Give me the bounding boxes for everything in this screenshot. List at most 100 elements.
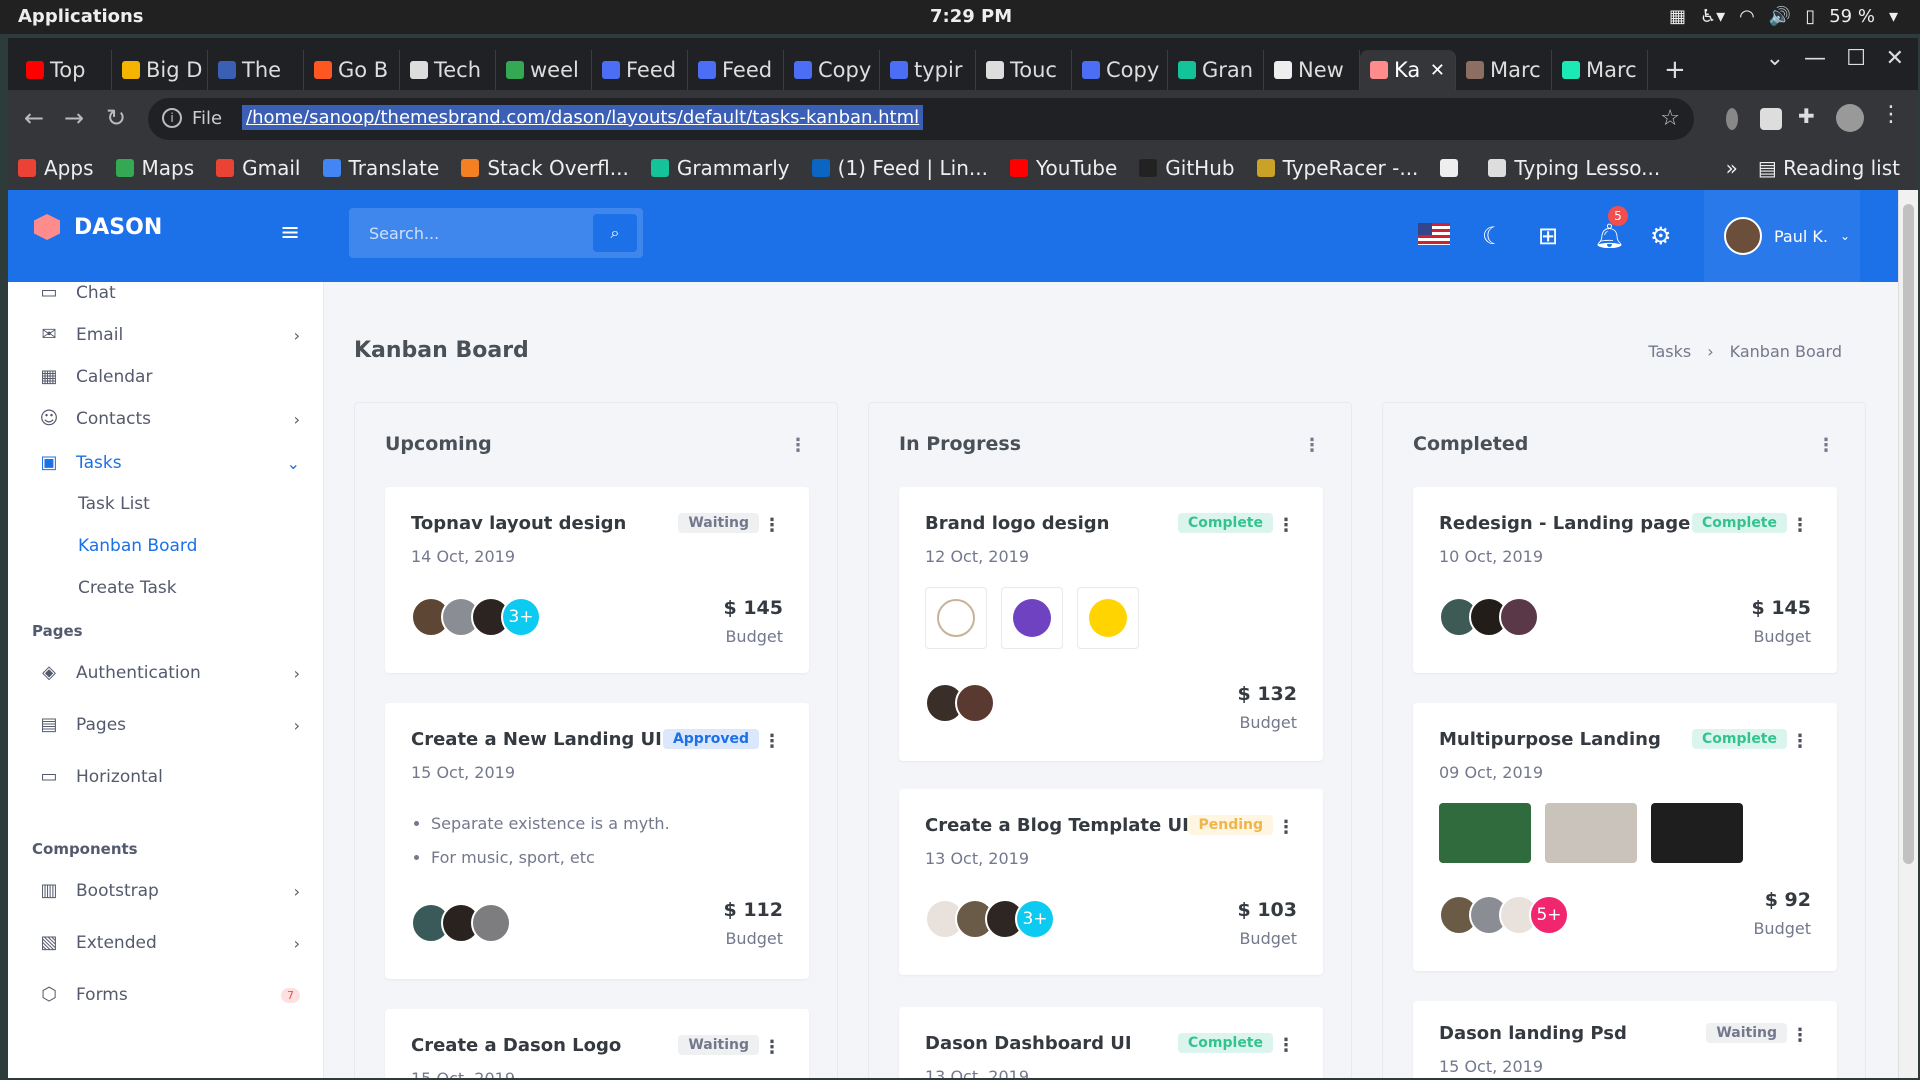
attachment-image[interactable] <box>1439 803 1531 863</box>
brand-logo[interactable]: DASON <box>34 214 162 240</box>
sidebar-item-pages[interactable]: ▤ Pages › <box>38 714 300 736</box>
browser-tab[interactable]: Touc <box>976 50 1072 90</box>
bookmark-item[interactable]: Translate <box>322 156 439 180</box>
bookmark-item[interactable]: Grammarly <box>650 156 790 180</box>
more-bookmarks-button[interactable]: » <box>1726 156 1738 180</box>
bookmark-item[interactable]: (1) Feed | Lin... <box>811 156 988 180</box>
column-menu-icon[interactable]: ⋮ <box>1303 437 1321 455</box>
vexem-logo[interactable] <box>1077 587 1139 649</box>
browser-tab[interactable]: typir <box>880 50 976 90</box>
breadcrumb-tasks[interactable]: Tasks <box>1648 342 1691 361</box>
applications-menu[interactable]: Applications <box>18 6 144 27</box>
card-menu-icon[interactable]: ⋮ <box>1791 515 1809 536</box>
browser-tab[interactable]: Ka ✕ <box>1360 50 1456 90</box>
card-menu-icon[interactable]: ⋮ <box>763 731 781 752</box>
sidebar-item-tasks[interactable]: ▣ Tasks ⌄ <box>38 452 300 474</box>
attachment-image[interactable] <box>1545 803 1637 863</box>
task-card[interactable]: Topnav layout design Waiting ⋮ 14 Oct, 2… <box>385 487 809 673</box>
bookmark-star-icon[interactable]: ☆ <box>1660 106 1680 131</box>
browser-tab[interactable]: Big D <box>112 50 208 90</box>
task-card[interactable]: Dason landing Psd Waiting ⋮ 15 Oct, 2019 <box>1413 1001 1837 1078</box>
task-card[interactable]: Create a Dason Logo Waiting ⋮ 15 Oct, 20… <box>385 1009 809 1078</box>
reading-list-button[interactable]: ▤ Reading list <box>1758 156 1900 180</box>
page-scrollbar[interactable] <box>1898 190 1918 1078</box>
us-flag-icon[interactable] <box>1418 223 1450 245</box>
reload-button[interactable]: ↻ <box>106 104 126 132</box>
user-dropdown[interactable]: Paul K. ⌄ <box>1704 190 1860 282</box>
more-avatars-badge[interactable]: 3+ <box>1015 899 1055 939</box>
attachment-image[interactable] <box>1651 803 1743 863</box>
gear-icon[interactable]: ⚙ <box>1650 222 1672 250</box>
profile-avatar[interactable] <box>1836 104 1864 132</box>
scrollbar-thumb[interactable] <box>1903 204 1914 864</box>
back-button[interactable]: ← <box>24 104 44 132</box>
avatar[interactable] <box>955 683 995 723</box>
sidebar-item-task-list[interactable]: Task List <box>78 494 150 514</box>
address-bar[interactable]: i File /home/sanoop/themesbrand.com/daso… <box>148 98 1694 140</box>
sidebar-item-contacts[interactable]: ☺ Contacts › <box>38 408 300 430</box>
task-card[interactable]: Dason Dashboard UI Complete ⋮ 13 Oct, 20… <box>899 1007 1323 1078</box>
browser-tab[interactable]: New <box>1264 50 1360 90</box>
task-card[interactable]: Create a New Landing UI Approved ⋮ 15 Oc… <box>385 703 809 979</box>
bookmark-item[interactable]: Maps <box>115 156 194 180</box>
browser-tab[interactable]: Go B <box>304 50 400 90</box>
battery-icon[interactable]: ▯ <box>1805 6 1815 27</box>
sidebar-item-extended[interactable]: ▧ Extended › <box>38 932 300 954</box>
bookmark-item[interactable]: GitHub <box>1139 156 1235 180</box>
avatar[interactable] <box>1499 597 1539 637</box>
sidebar-item-email[interactable]: ✉ Email › <box>38 324 300 346</box>
browser-tab[interactable]: Marc <box>1456 50 1552 90</box>
browser-tab[interactable]: Copy <box>1072 50 1168 90</box>
nature-spa-logo[interactable] <box>925 587 987 649</box>
bookmark-item[interactable] <box>1440 156 1466 180</box>
site-info-icon[interactable]: i <box>162 108 182 128</box>
forward-button[interactable]: → <box>64 104 84 132</box>
more-avatars-badge[interactable]: 3+ <box>501 597 541 637</box>
card-menu-icon[interactable]: ⋮ <box>1791 1025 1809 1046</box>
menu-toggle-icon[interactable]: ≡ <box>280 220 302 244</box>
search-input[interactable] <box>349 208 589 258</box>
browser-tab[interactable]: Gran <box>1168 50 1264 90</box>
bookmark-item[interactable]: Typing Lesso... <box>1488 156 1660 180</box>
menu-kebab-icon[interactable]: ⋮ <box>1880 102 1902 127</box>
moon-icon[interactable]: ☾ <box>1482 222 1504 250</box>
bookmark-item[interactable]: Gmail <box>216 156 301 180</box>
column-menu-icon[interactable]: ⋮ <box>1817 437 1835 455</box>
sidebar-item-chat[interactable]: ▭ Chat <box>38 282 300 304</box>
more-avatars-badge[interactable]: 5+ <box>1529 895 1569 935</box>
avatar[interactable] <box>471 903 511 943</box>
wifi-icon[interactable]: ◠ <box>1739 6 1755 27</box>
puzzle-icon[interactable]: ✚ <box>1798 104 1820 128</box>
close-tab-icon[interactable]: ✕ <box>1430 60 1445 81</box>
browser-tab[interactable]: Tech <box>400 50 496 90</box>
workspace-icon[interactable]: ▦ <box>1669 6 1686 27</box>
browser-tab[interactable]: Feed <box>592 50 688 90</box>
browser-tab[interactable]: The <box>208 50 304 90</box>
sidebar-item-bootstrap[interactable]: ▥ Bootstrap › <box>38 880 300 902</box>
sidebar-item-kanban-board[interactable]: Kanban Board <box>78 536 197 556</box>
task-card[interactable]: Multipurpose Landing Complete ⋮ 09 Oct, … <box>1413 703 1837 971</box>
extension-icon[interactable] <box>1726 108 1738 130</box>
accessibility-icon[interactable]: ♿▾ <box>1700 6 1725 27</box>
close-window-button[interactable]: ✕ <box>1886 46 1904 71</box>
clock[interactable]: 7:29 PM <box>930 6 1012 27</box>
chevron-down-icon[interactable]: ▾ <box>1889 6 1898 27</box>
volume-icon[interactable]: 🔊 <box>1769 6 1791 27</box>
sidebar-item-authentication[interactable]: ◈ Authentication › <box>38 662 300 684</box>
task-card[interactable]: Create a Blog Template UI Pending ⋮ 13 O… <box>899 789 1323 975</box>
maximize-button[interactable]: ☐ <box>1846 46 1866 71</box>
sidebar-item-forms[interactable]: ⬡ Forms 7 <box>38 984 300 1006</box>
apps-grid-icon[interactable]: ⊞ <box>1538 222 1558 250</box>
bell-icon[interactable]: 🔔︎ <box>1594 222 1624 250</box>
browser-tab[interactable]: weel <box>496 50 592 90</box>
column-menu-icon[interactable]: ⋮ <box>789 437 807 455</box>
company-logo[interactable] <box>1001 587 1063 649</box>
bookmark-item[interactable]: TypeRacer -... <box>1256 156 1418 180</box>
bookmark-item[interactable]: YouTube <box>1009 156 1117 180</box>
new-tab-button[interactable]: + <box>1648 50 1702 90</box>
browser-tab[interactable]: Copy <box>784 50 880 90</box>
card-menu-icon[interactable]: ⋮ <box>1277 817 1295 838</box>
card-menu-icon[interactable]: ⋮ <box>1791 731 1809 752</box>
task-card[interactable]: Redesign - Landing page Complete ⋮ 10 Oc… <box>1413 487 1837 673</box>
url-text[interactable]: /home/sanoop/themesbrand.com/dason/layou… <box>242 105 924 130</box>
